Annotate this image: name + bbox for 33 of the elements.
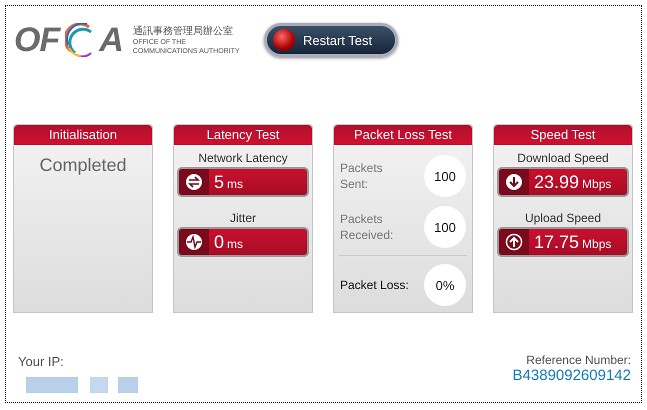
count-label: Packets Received: — [340, 211, 394, 243]
ip-label: Your IP: — [18, 354, 64, 369]
count-label: Packet Loss: — [340, 277, 410, 293]
arrows-exchange-icon — [185, 173, 203, 191]
panel-title: Initialisation — [14, 125, 152, 145]
count-value: 0% — [424, 264, 466, 306]
result-unit: Mbps — [582, 237, 612, 251]
pulse-icon — [185, 233, 203, 251]
reference-number: B4389092609142 — [512, 367, 631, 384]
panel-title: Speed Test — [494, 125, 632, 145]
result-value: 23.99 — [534, 172, 580, 192]
logo-letters: A — [99, 20, 123, 60]
meter-label: Jitter — [230, 211, 256, 225]
result-unit: Mbps — [582, 177, 612, 191]
result-value: 17.75 — [534, 232, 580, 252]
panel-title: Packet Loss Test — [334, 125, 472, 145]
result-value: 5 — [214, 172, 224, 192]
reference-label: Reference Number: — [526, 353, 631, 367]
result-value: 0 — [214, 232, 224, 252]
meter-label: Download Speed — [517, 151, 609, 165]
status-text: Completed — [38, 155, 128, 176]
result-unit: ms — [227, 177, 244, 191]
logo-letters: OF — [14, 20, 60, 60]
restart-test-button[interactable]: Restart Test — [264, 23, 398, 57]
count-label: Packets Sent: — [340, 160, 384, 192]
count-value: 100 — [424, 155, 466, 197]
org-name-chinese: 通訊事務管理局辦公室 — [132, 24, 234, 38]
logo-arcs-icon — [65, 23, 94, 57]
count-value: 100 — [424, 206, 466, 248]
result-unit: ms — [227, 237, 244, 251]
panel-title: Latency Test — [174, 125, 312, 145]
meter-label: Network Latency — [198, 151, 288, 165]
meter-label: Upload Speed — [524, 211, 602, 225]
